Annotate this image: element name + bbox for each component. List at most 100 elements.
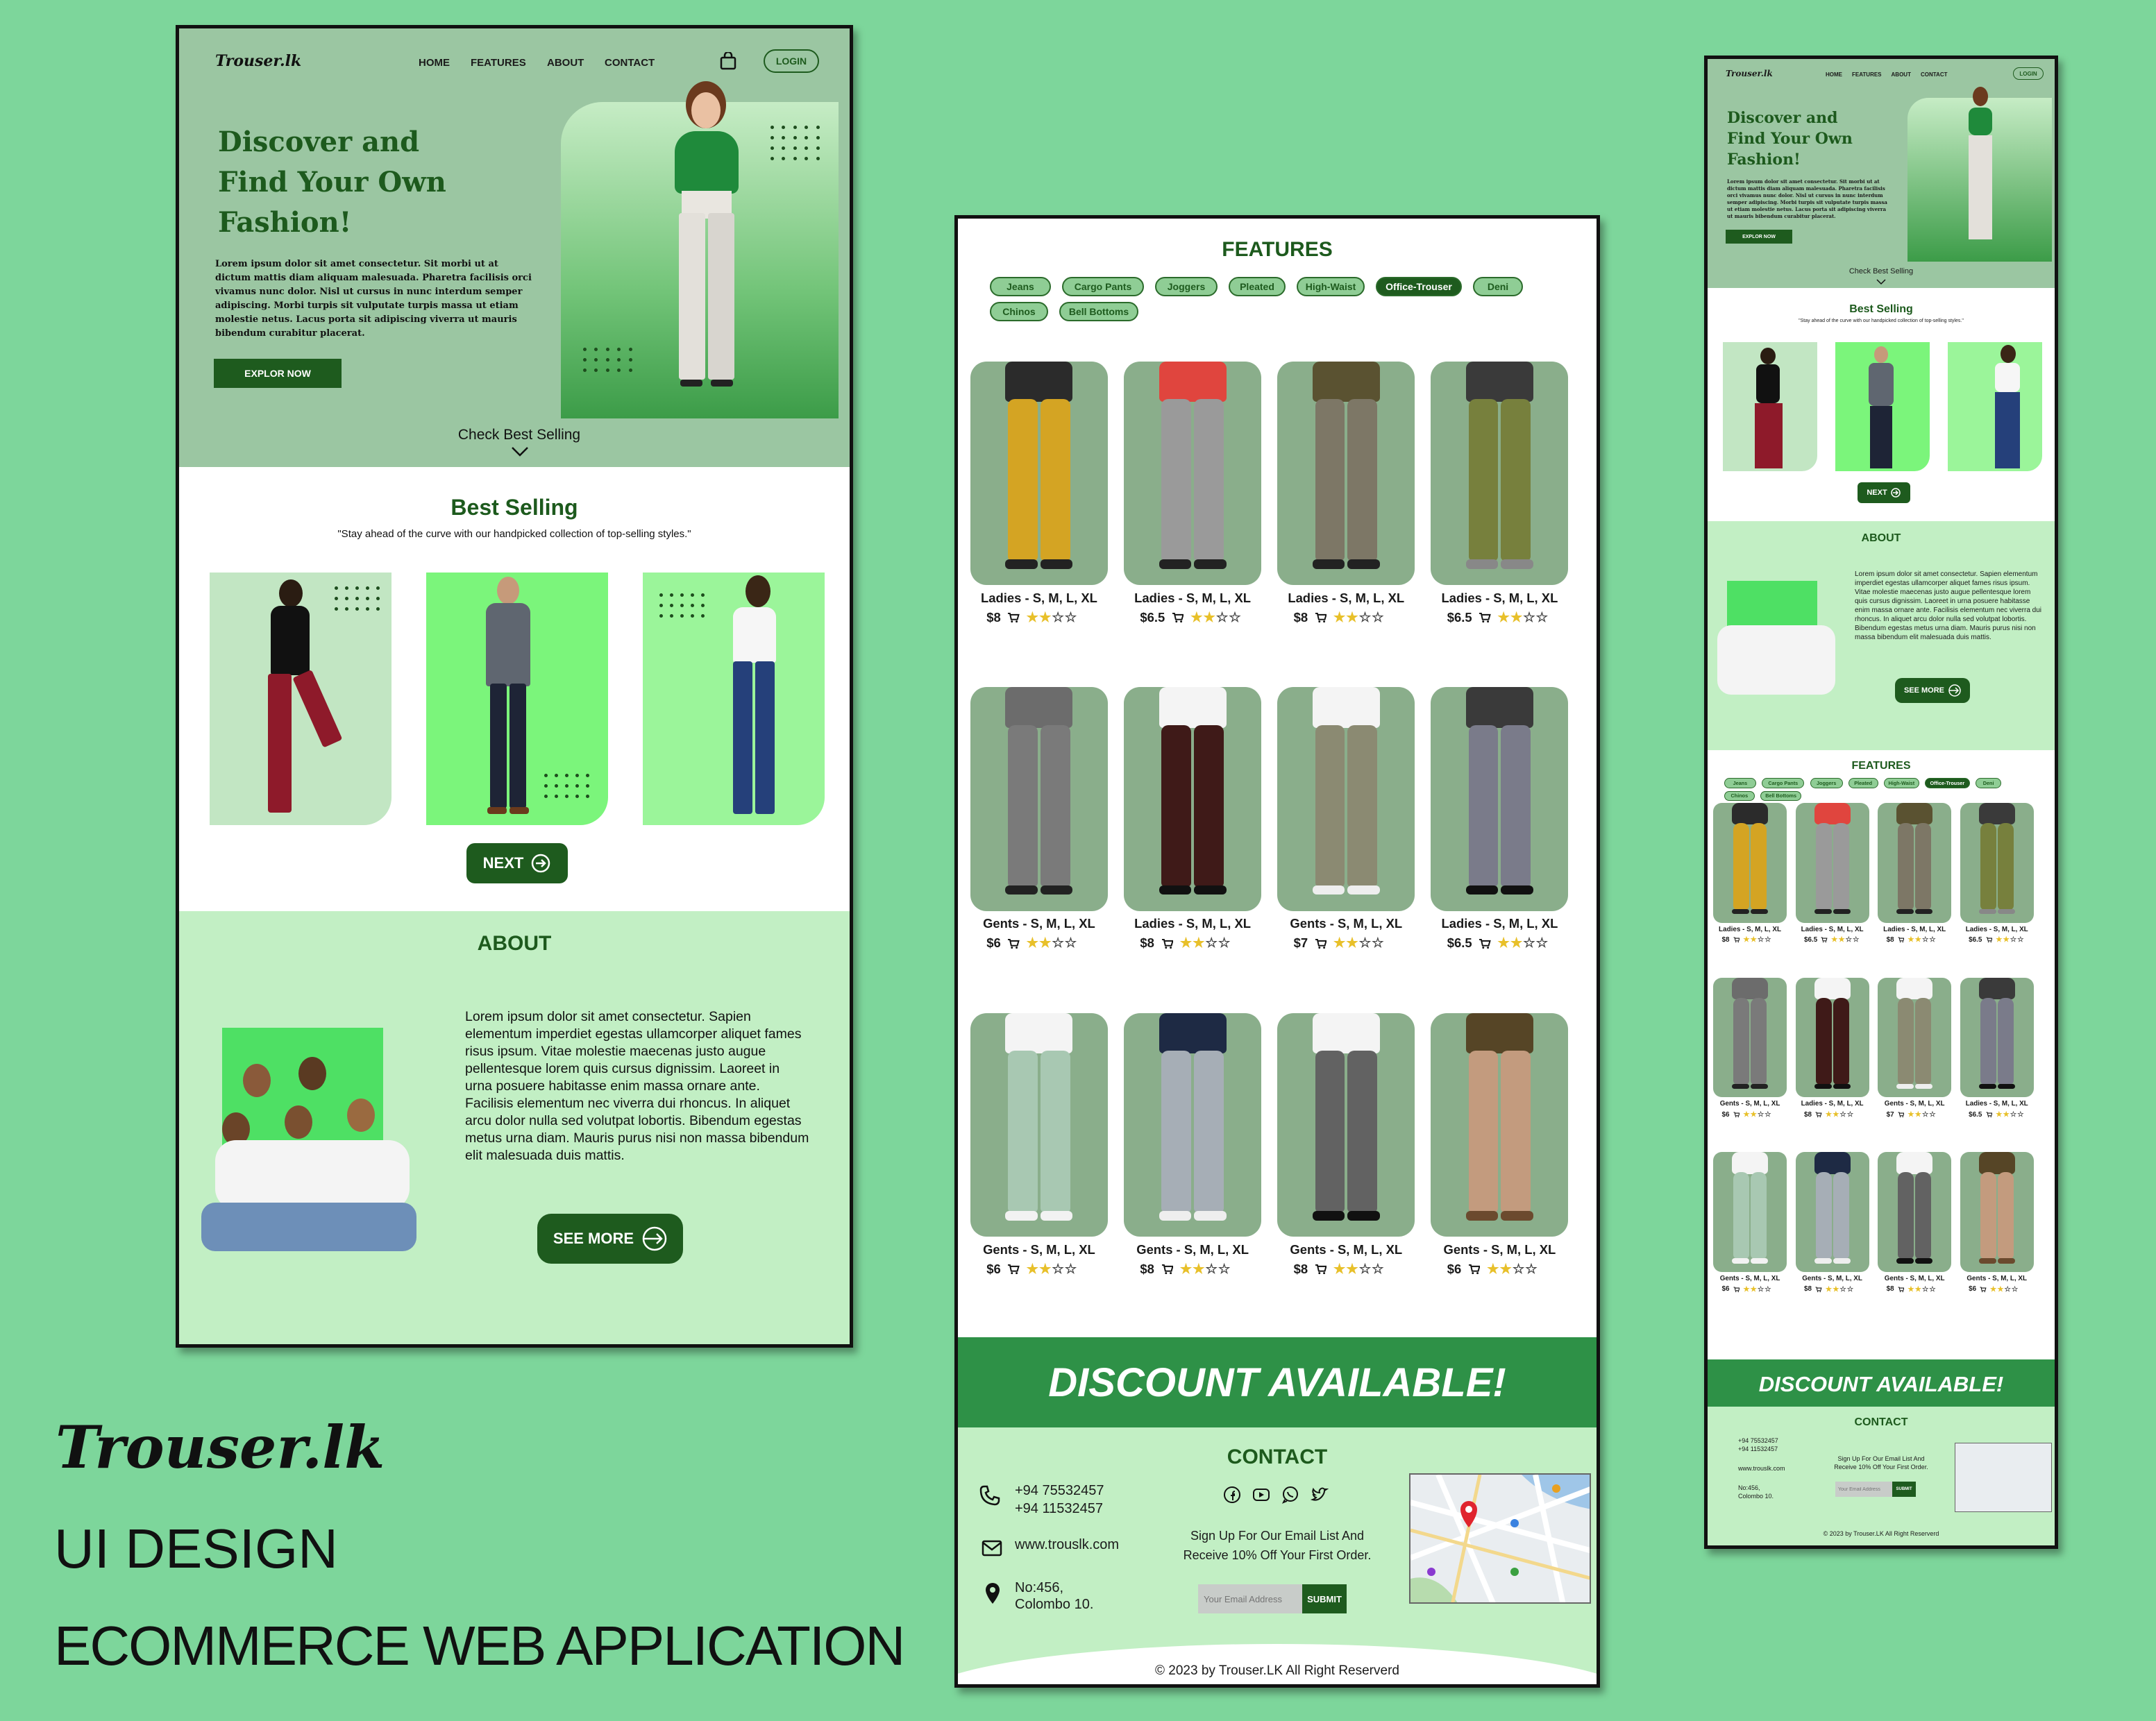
- product-image[interactable]: [1277, 362, 1415, 586]
- mini-best-card[interactable]: [1723, 342, 1817, 471]
- logo[interactable]: Trouser.lk: [215, 52, 301, 70]
- product-image[interactable]: [1431, 687, 1569, 911]
- product-card[interactable]: Ladies - S, M, L, XL $6.5 ★★☆☆: [1960, 803, 2034, 954]
- cart-icon[interactable]: [1898, 937, 1905, 943]
- mini-nav-home[interactable]: HOME: [1826, 71, 1842, 78]
- cart-icon[interactable]: [1733, 1287, 1740, 1292]
- chevron-down-icon[interactable]: [511, 446, 529, 457]
- product-image[interactable]: [1878, 1152, 1952, 1272]
- youtube-icon[interactable]: [1252, 1486, 1270, 1504]
- cart-icon[interactable]: [1161, 1264, 1174, 1275]
- product-card[interactable]: Gents - S, M, L, XL $6 ★★☆☆: [1960, 1152, 2034, 1303]
- product-card[interactable]: Ladies - S, M, L, XL $6.5 ★★☆☆: [1431, 687, 1569, 969]
- mini-email-input[interactable]: [1835, 1482, 1892, 1497]
- whatsapp-icon[interactable]: [1281, 1486, 1299, 1504]
- category-chip-high-waist[interactable]: High-Waist: [1297, 277, 1365, 296]
- mini-nav-features[interactable]: FEATURES: [1852, 71, 1882, 78]
- mini-next-button[interactable]: NEXT: [1858, 482, 1910, 503]
- mini-explore-button[interactable]: EXPLOR NOW: [1726, 230, 1792, 244]
- mini-see-more-button[interactable]: SEE MORE: [1895, 678, 1970, 703]
- product-image[interactable]: [1713, 1152, 1787, 1272]
- cart-icon[interactable]: [1315, 1264, 1327, 1275]
- product-card[interactable]: Ladies - S, M, L, XL $6.5 ★★☆☆: [1124, 362, 1262, 644]
- product-card[interactable]: Ladies - S, M, L, XL $6.5 ★★☆☆: [1795, 803, 1869, 954]
- category-chip-high-waist[interactable]: High-Waist: [1883, 778, 1919, 788]
- category-chip-chinos[interactable]: Chinos: [990, 302, 1048, 321]
- product-image[interactable]: [1124, 1012, 1262, 1237]
- best-selling-card[interactable]: [643, 573, 825, 825]
- category-chip-joggers[interactable]: Joggers: [1155, 277, 1218, 296]
- mini-login-button[interactable]: LOGIN: [2013, 67, 2044, 80]
- product-image[interactable]: [970, 687, 1108, 911]
- cart-icon[interactable]: [1007, 1264, 1020, 1275]
- product-image[interactable]: [1124, 687, 1262, 911]
- facebook-icon[interactable]: [1223, 1486, 1241, 1504]
- cart-icon[interactable]: [1815, 1112, 1822, 1117]
- mini-nav-contact[interactable]: CONTACT: [1921, 71, 1948, 78]
- product-card[interactable]: Gents - S, M, L, XL $6 ★★☆☆: [1713, 977, 1787, 1129]
- category-chip-pleated[interactable]: Pleated: [1848, 778, 1878, 788]
- product-card[interactable]: Ladies - S, M, L, XL $6.5 ★★☆☆: [1431, 362, 1569, 644]
- mini-chevron-down-icon[interactable]: [1876, 277, 1886, 285]
- category-chip-deni[interactable]: Deni: [1473, 277, 1523, 296]
- category-chip-joggers[interactable]: Joggers: [1810, 778, 1843, 788]
- mini-logo[interactable]: Trouser.lk: [1726, 69, 1773, 78]
- product-card[interactable]: Gents - S, M, L, XL $6 ★★☆☆: [1431, 1012, 1569, 1296]
- category-chip-pleated[interactable]: Pleated: [1229, 277, 1286, 296]
- product-image[interactable]: [1878, 803, 1952, 923]
- product-image[interactable]: [1795, 803, 1869, 923]
- map-widget[interactable]: [1409, 1473, 1591, 1604]
- product-card[interactable]: Ladies - S, M, L, XL $8 ★★☆☆: [1277, 362, 1415, 644]
- mini-nav-about[interactable]: ABOUT: [1892, 71, 1911, 78]
- product-image[interactable]: [1795, 1152, 1869, 1272]
- cart-icon[interactable]: [1007, 612, 1020, 623]
- nav-home[interactable]: HOME: [419, 57, 450, 69]
- product-image[interactable]: [1713, 803, 1787, 923]
- check-best-selling-link[interactable]: Check Best Selling: [443, 427, 596, 443]
- category-chip-jeans[interactable]: Jeans: [990, 277, 1051, 296]
- cart-icon[interactable]: [1007, 938, 1020, 949]
- mini-best-card[interactable]: [1835, 342, 1930, 471]
- cart-icon[interactable]: [1315, 612, 1327, 623]
- product-card[interactable]: Gents - S, M, L, XL $7 ★★☆☆: [1878, 977, 1952, 1129]
- submit-button[interactable]: SUBMIT: [1302, 1584, 1347, 1613]
- product-card[interactable]: Ladies - S, M, L, XL $8 ★★☆☆: [1713, 803, 1787, 954]
- product-card[interactable]: Gents - S, M, L, XL $8 ★★☆☆: [1277, 1012, 1415, 1296]
- website[interactable]: www.trouslk.com: [1015, 1537, 1119, 1553]
- product-card[interactable]: Ladies - S, M, L, XL $8 ★★☆☆: [1795, 977, 1869, 1129]
- mini-check-best-selling[interactable]: Check Best Selling: [1812, 267, 1951, 275]
- cart-icon[interactable]: [1733, 937, 1740, 943]
- category-chip-cargo-pants[interactable]: Cargo Pants: [1062, 277, 1144, 296]
- cart-icon[interactable]: [1986, 937, 1992, 943]
- product-image[interactable]: [1878, 977, 1952, 1098]
- category-chip-cargo-pants[interactable]: Cargo Pants: [1762, 778, 1805, 788]
- see-more-button[interactable]: SEE MORE: [537, 1214, 683, 1264]
- category-chip-jeans[interactable]: Jeans: [1724, 778, 1756, 788]
- category-chip-chinos[interactable]: Chinos: [1724, 790, 1755, 802]
- cart-icon[interactable]: [1479, 612, 1491, 623]
- cart-icon[interactable]: [1161, 938, 1174, 949]
- cart-icon[interactable]: [1821, 937, 1828, 943]
- product-image[interactable]: [970, 1012, 1108, 1237]
- email-input[interactable]: [1198, 1584, 1302, 1613]
- product-image[interactable]: [1124, 362, 1262, 586]
- product-card[interactable]: Ladies - S, M, L, XL $8 ★★☆☆: [970, 362, 1108, 644]
- cart-icon[interactable]: [1815, 1287, 1822, 1292]
- cart-icon[interactable]: [1898, 1112, 1905, 1117]
- category-chip-bell-bottoms[interactable]: Bell Bottoms: [1059, 302, 1138, 321]
- product-card[interactable]: Ladies - S, M, L, XL $8 ★★☆☆: [1878, 803, 1952, 954]
- product-image[interactable]: [1960, 1152, 2034, 1272]
- cart-icon[interactable]: [1172, 612, 1184, 623]
- cart-icon[interactable]: [1980, 1287, 1987, 1292]
- category-chip-bell-bottoms[interactable]: Bell Bottoms: [1760, 790, 1802, 802]
- product-card[interactable]: Gents - S, M, L, XL $8 ★★☆☆: [1878, 1152, 1952, 1303]
- product-card[interactable]: Gents - S, M, L, XL $6 ★★☆☆: [970, 1012, 1108, 1296]
- mini-submit-button[interactable]: SUBMIT: [1892, 1482, 1916, 1497]
- product-image[interactable]: [1277, 1012, 1415, 1237]
- nav-features[interactable]: FEATURES: [471, 57, 526, 69]
- product-card[interactable]: Gents - S, M, L, XL $7 ★★☆☆: [1277, 687, 1415, 969]
- category-chip-office-trouser[interactable]: Office-Trouser: [1376, 277, 1462, 296]
- product-image[interactable]: [1960, 977, 2034, 1098]
- cart-icon[interactable]: [1733, 1112, 1740, 1117]
- product-card[interactable]: Gents - S, M, L, XL $6 ★★☆☆: [1713, 1152, 1787, 1303]
